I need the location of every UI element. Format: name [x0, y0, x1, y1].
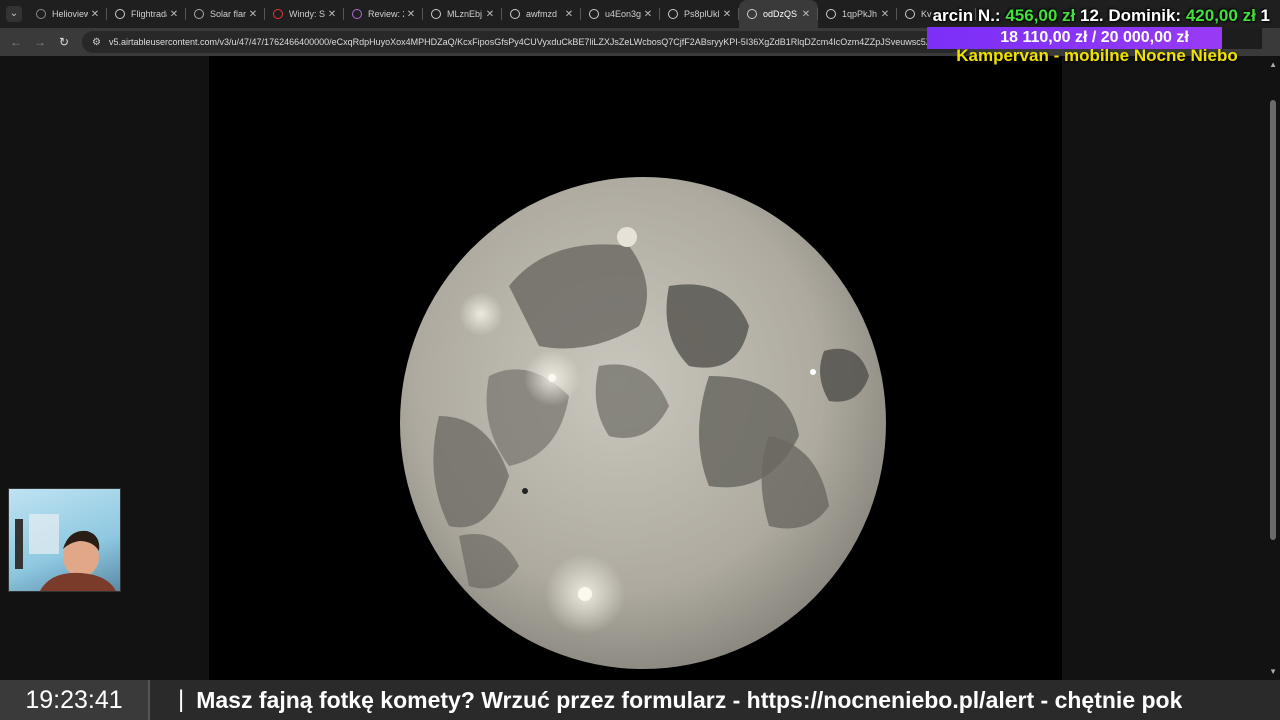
ticker-separator: | [178, 686, 185, 713]
close-icon[interactable]: ✕ [483, 9, 497, 20]
tab-title: odDzQS [763, 9, 798, 19]
close-icon[interactable]: ✕ [641, 9, 655, 20]
browser-tab[interactable]: Ps8plUkl ✕ [660, 0, 739, 28]
tab-title: Flightradar [131, 9, 167, 19]
moon-image [400, 177, 886, 669]
tab-favicon-icon [668, 9, 678, 19]
tab-favicon-icon [194, 9, 204, 19]
close-icon[interactable]: ✕ [562, 9, 576, 20]
tab-favicon-icon [826, 9, 836, 19]
browser-tab[interactable]: Flightradar✕ [107, 0, 186, 28]
image-viewer [209, 56, 1062, 680]
close-icon[interactable]: ✕ [720, 9, 734, 20]
tab-favicon-icon [905, 9, 915, 19]
close-icon[interactable]: ✕ [878, 9, 892, 20]
tab-favicon-icon [352, 9, 362, 19]
campaign-title: Kampervan - mobilne Nocne Niebo [956, 46, 1238, 65]
page-content: ▲ ▼ [0, 56, 1280, 680]
donor-name: 12. Dominik: [1080, 6, 1182, 25]
clock: 19:23:41 [0, 680, 150, 720]
scrollbar-thumb[interactable] [1270, 100, 1276, 540]
browser-tab[interactable]: Helioview ✕ [28, 0, 107, 28]
tab-title: Solar flare [210, 9, 246, 19]
tab-favicon-icon [273, 9, 283, 19]
browser-tab[interactable]: awfmzd ✕ [502, 0, 581, 28]
close-icon[interactable]: ✕ [799, 9, 813, 20]
ticker-bar: 19:23:41 | Masz fajną fotkę komety? Wrzu… [0, 680, 1280, 720]
chevron-down-icon: ⌄ [6, 6, 22, 22]
reload-icon[interactable]: ↻ [52, 35, 76, 49]
close-icon[interactable]: ✕ [325, 9, 339, 20]
arrow-right-icon[interactable]: → [28, 35, 52, 49]
tab-search-button[interactable]: ⌄ [0, 0, 28, 28]
tab-title: Review: 2 [368, 9, 404, 19]
donor-amount: 456,00 zł [1005, 6, 1076, 25]
browser-tab[interactable]: Solar flare✕ [186, 0, 265, 28]
browser-tab[interactable]: MLznEbj ✕ [423, 0, 502, 28]
close-icon[interactable]: ✕ [404, 9, 418, 20]
tab-title: 1qpPkJh [842, 9, 878, 19]
browser-tab[interactable]: u4Eon3g ✕ [581, 0, 660, 28]
ticker-message: Masz fajną fotkę komety? Wrzuć przez for… [196, 686, 1183, 713]
tab-favicon-icon [510, 9, 520, 19]
address-bar[interactable]: ⚙ v5.airtableusercontent.com/v3/u/47/47/… [82, 31, 962, 53]
tab-title: Ps8plUkl [684, 9, 720, 19]
close-icon[interactable]: ✕ [167, 9, 181, 20]
url-text: v5.airtableusercontent.com/v3/u/47/47/17… [108, 37, 932, 47]
tab-title: awfmzd [526, 9, 558, 19]
donation-goal-text: 18 110,00 zł / 20 000,00 zł [1000, 29, 1189, 46]
tab-title: Helioview [52, 9, 88, 19]
tab-favicon-icon [36, 9, 46, 19]
close-icon[interactable]: ✕ [246, 9, 260, 20]
screen: ⌄ Helioview✕Flightradar✕Solar flare✕Wind… [0, 0, 1280, 720]
tune-icon[interactable]: ⚙ [92, 37, 101, 48]
donor-amount: 420,00 zł [1185, 6, 1256, 25]
webcam-person [15, 514, 116, 591]
close-icon[interactable]: ✕ [88, 9, 102, 20]
scroll-down-icon[interactable]: ▼ [1269, 667, 1277, 676]
browser-tab[interactable]: Windy: S ✕ [265, 0, 344, 28]
browser-tab[interactable]: Review: 2 ✕ [344, 0, 423, 28]
tab-list: Helioview✕Flightradar✕Solar flare✕Windy:… [28, 0, 976, 28]
webcam-feed [8, 488, 121, 592]
arrow-left-icon[interactable]: ← [4, 35, 28, 49]
tab-favicon-icon [747, 9, 757, 19]
tab-title: u4Eon3g [605, 9, 641, 19]
tab-favicon-icon [115, 9, 125, 19]
browser-tab[interactable]: odDzQS ✕ [739, 0, 818, 28]
top-donors: arcin N.: 456,00 zł 12. Dominik: 420,00 … [933, 6, 1270, 26]
browser-tab[interactable]: 1qpPkJh ✕ [818, 0, 897, 28]
tab-title: MLznEbj [447, 9, 483, 19]
tab-title: Windy: S [289, 9, 325, 19]
tab-favicon-icon [431, 9, 441, 19]
donor-name: 1 [1260, 6, 1270, 25]
tab-favicon-icon [589, 9, 599, 19]
scroll-up-icon[interactable]: ▲ [1269, 60, 1277, 69]
donor-name: arcin N.: [932, 6, 1001, 25]
